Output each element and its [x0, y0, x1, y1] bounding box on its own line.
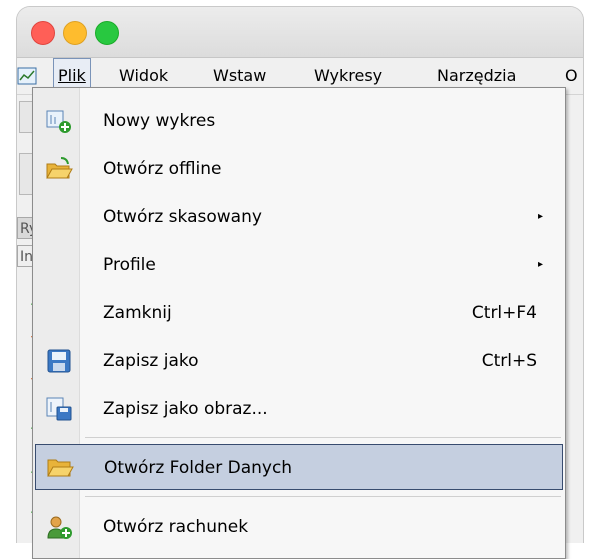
- menu-item-shortcut: Ctrl+F4: [471, 303, 537, 323]
- save-image-icon: [46, 397, 72, 421]
- close-window-button[interactable]: [31, 21, 55, 45]
- folder-icon: [47, 459, 74, 477]
- new-chart-icon: [46, 110, 71, 133]
- menu-item-zapisz-jako-obraz[interactable]: Zapisz jako obraz...: [33, 386, 565, 432]
- menu-item-label: Nowy wykres: [103, 111, 216, 131]
- file-menu-dropdown: Nowy wykres Otwórz offline Otwórz skasow…: [32, 87, 566, 559]
- menu-item-label: Zapisz jako: [103, 351, 199, 371]
- menu-item-zapisz-jako[interactable]: Zapisz jako Ctrl+S: [33, 338, 565, 384]
- account-icon: [47, 516, 72, 539]
- menu-item-otworz-skasowany[interactable]: Otwórz skasowany ▸: [33, 194, 565, 240]
- menu-item-otworz-folder-danych[interactable]: Otwórz Folder Danych: [35, 444, 563, 490]
- open-folder-icon: [46, 157, 73, 179]
- menu-o[interactable]: O: [565, 58, 578, 94]
- minimize-window-button[interactable]: [63, 21, 87, 45]
- zoom-window-button[interactable]: [95, 21, 119, 45]
- save-disk-icon: [47, 349, 71, 373]
- submenu-arrow-icon: ▸: [537, 259, 543, 270]
- menu-item-zamknij[interactable]: Zamknij Ctrl+F4: [33, 290, 565, 336]
- menu-narzedzia-label: Narzędzia: [437, 66, 517, 85]
- menu-wstaw-label: Wstaw: [213, 66, 267, 85]
- menu-item-otworz-rachunek[interactable]: Otwórz rachunek: [33, 504, 565, 550]
- menu-o-label: O: [565, 66, 578, 85]
- menu-item-shortcut: Ctrl+S: [481, 351, 537, 371]
- app-chart-icon: [17, 67, 37, 85]
- menu-separator: [85, 437, 561, 438]
- menu-item-label: Otwórz Folder Danych: [104, 458, 293, 478]
- menu-item-label: Zamknij: [103, 303, 172, 323]
- menu-plik-label: Plik: [58, 66, 86, 85]
- menu-item-label: Zapisz jako obraz...: [103, 399, 268, 419]
- menu-wykresy-label: Wykresy: [314, 66, 383, 85]
- menu-item-otworz-offline[interactable]: Otwórz offline: [33, 146, 565, 192]
- menu-item-nowy-wykres[interactable]: Nowy wykres: [33, 98, 565, 144]
- menu-item-profile[interactable]: Profile ▸: [33, 242, 565, 288]
- submenu-arrow-icon: ▸: [537, 211, 543, 222]
- menu-separator: [85, 496, 561, 497]
- menu-item-label: Profile: [103, 255, 156, 275]
- menu-item-label: Otwórz skasowany: [103, 207, 262, 227]
- title-bar: [17, 7, 583, 58]
- menu-widok-label: Widok: [119, 66, 169, 85]
- menu-item-label: Otwórz rachunek: [103, 517, 249, 537]
- menu-item-label: Otwórz offline: [103, 159, 222, 179]
